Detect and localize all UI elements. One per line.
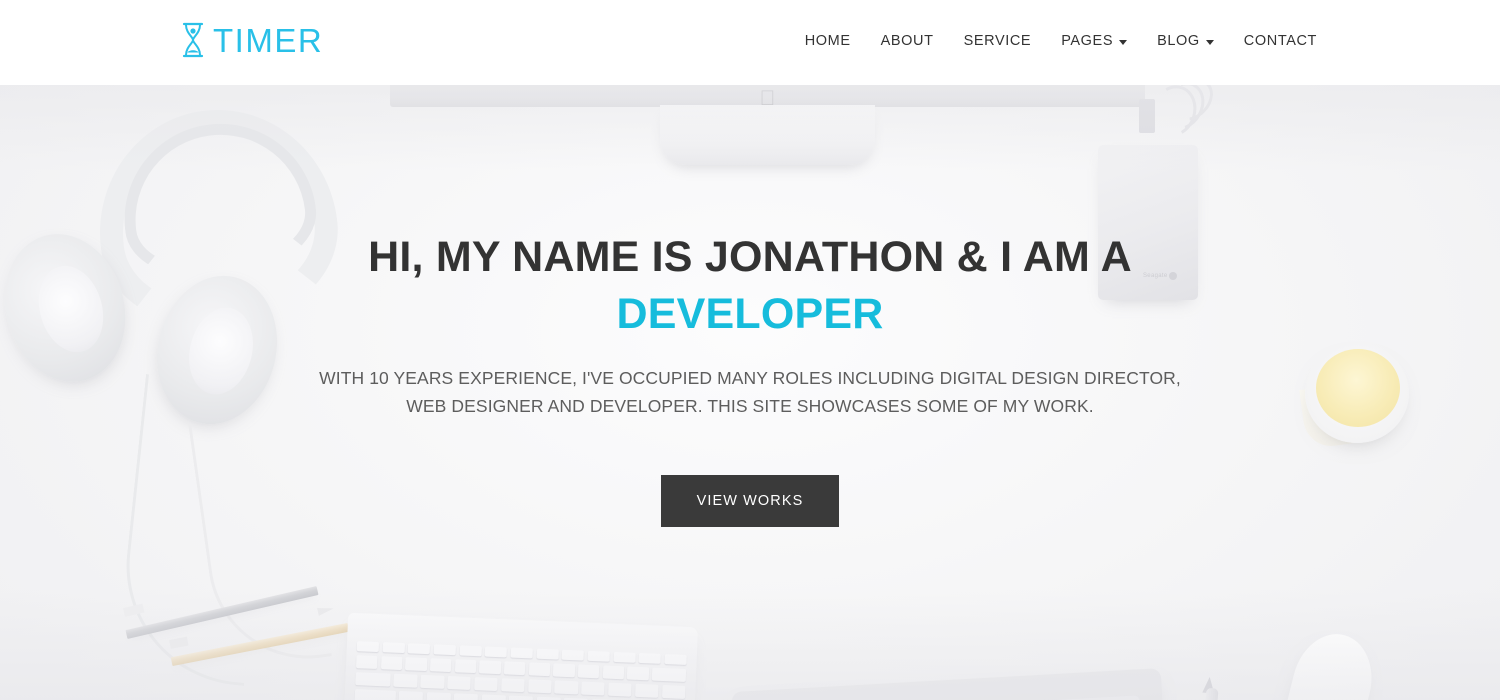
nav-item-about[interactable]: ABOUT — [866, 29, 949, 53]
hero-title-accent: DEVELOPER — [616, 289, 884, 338]
chevron-down-icon — [1205, 40, 1214, 45]
hourglass-icon — [180, 20, 206, 60]
hero-subtitle: WITH 10 YEARS EXPERIENCE, I'VE OCCUPIED … — [319, 367, 1181, 416]
brand-logo[interactable]: TIMER — [180, 20, 323, 60]
nav-label-blog: BLOG — [1157, 33, 1200, 49]
nav-item-blog[interactable]: BLOG — [1142, 29, 1229, 53]
nav-label-about: ABOUT — [880, 33, 934, 49]
nav-label-home: HOME — [804, 33, 851, 49]
hero-content: HI, MY NAME IS JONATHON & I AM A DEVELOP… — [0, 85, 1500, 527]
tablet-active-area — [754, 695, 1146, 700]
page-root: TIMER HOME ABOUT SERVICE PAGES BLOG CONT… — [0, 0, 1500, 700]
view-works-button[interactable]: VIEW WORKS — [660, 474, 840, 527]
chevron-down-icon — [1119, 40, 1128, 45]
nav-label-pages: PAGES — [1061, 33, 1114, 49]
site-header: TIMER HOME ABOUT SERVICE PAGES BLOG CONT… — [0, 0, 1500, 85]
nav-item-service[interactable]: SERVICE — [949, 29, 1047, 53]
hero-section:  — [0, 85, 1500, 700]
nav-item-home[interactable]: HOME — [790, 29, 866, 53]
main-navigation: HOME ABOUT SERVICE PAGES BLOG CONTACT — [790, 29, 1332, 53]
keyboard-keys — [353, 641, 687, 700]
nav-item-pages[interactable]: PAGES — [1046, 29, 1142, 53]
graphics-tablet — [731, 668, 1169, 700]
nav-label-service: SERVICE — [963, 33, 1032, 49]
brand-name: TIMER — [213, 21, 324, 59]
hero-title: HI, MY NAME IS JONATHON & I AM A DEVELOP… — [0, 231, 1500, 343]
nav-label-contact: CONTACT — [1243, 33, 1317, 49]
nav-item-contact[interactable]: CONTACT — [1229, 29, 1332, 53]
apple-keyboard — [342, 612, 698, 700]
hero-title-line1: HI, MY NAME IS JONATHON & I AM A — [368, 233, 1132, 281]
apple-magic-mouse — [1272, 625, 1382, 700]
stylus-pen — [1197, 687, 1219, 700]
